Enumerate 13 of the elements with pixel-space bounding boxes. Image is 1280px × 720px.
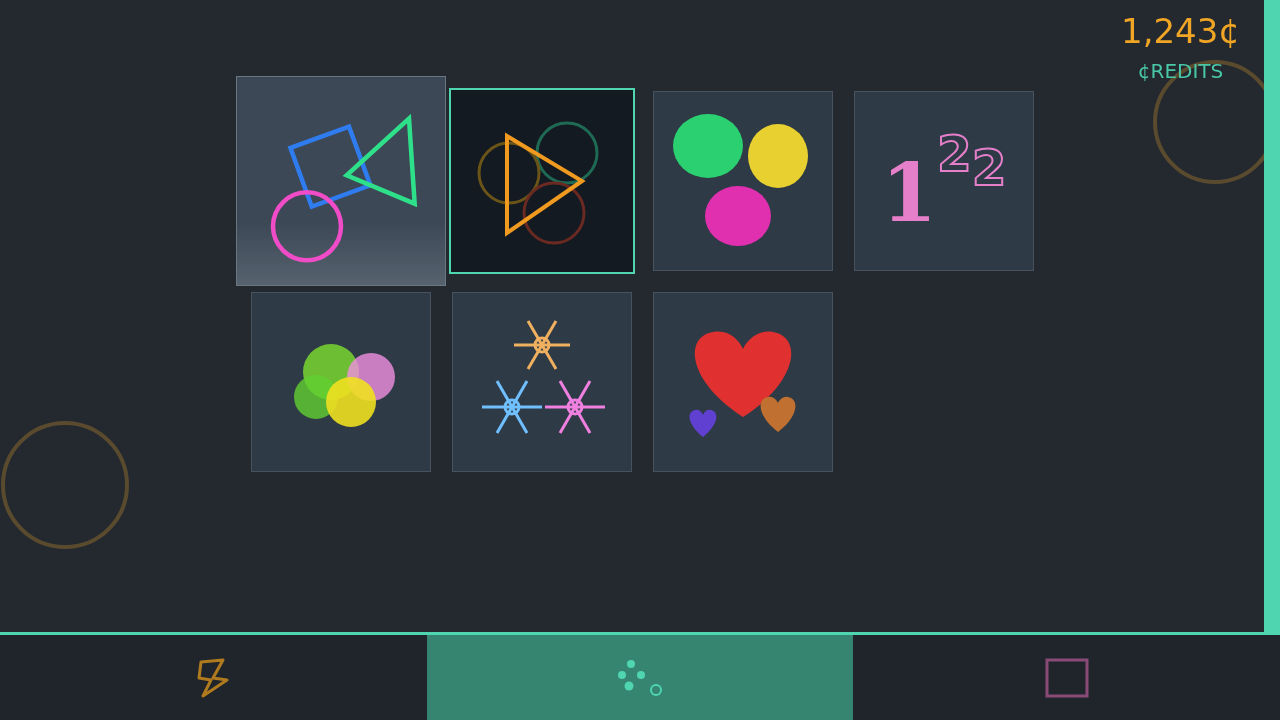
credits-amount: 1,243¢ xyxy=(1121,14,1240,48)
dots-icon xyxy=(617,658,663,697)
digit-text: 2 xyxy=(971,143,1007,193)
item-tile[interactable] xyxy=(236,76,446,286)
digit-text: 2 xyxy=(937,129,972,179)
square-icon xyxy=(1044,657,1089,698)
item-tile[interactable] xyxy=(251,292,431,472)
credits-label: ¢REDITS xyxy=(1136,58,1225,85)
item-tile[interactable] xyxy=(653,91,833,271)
digit-text: 1 xyxy=(881,153,938,233)
item-tile[interactable] xyxy=(452,292,632,472)
item-tile[interactable] xyxy=(449,88,635,274)
item-tile[interactable] xyxy=(653,292,833,472)
